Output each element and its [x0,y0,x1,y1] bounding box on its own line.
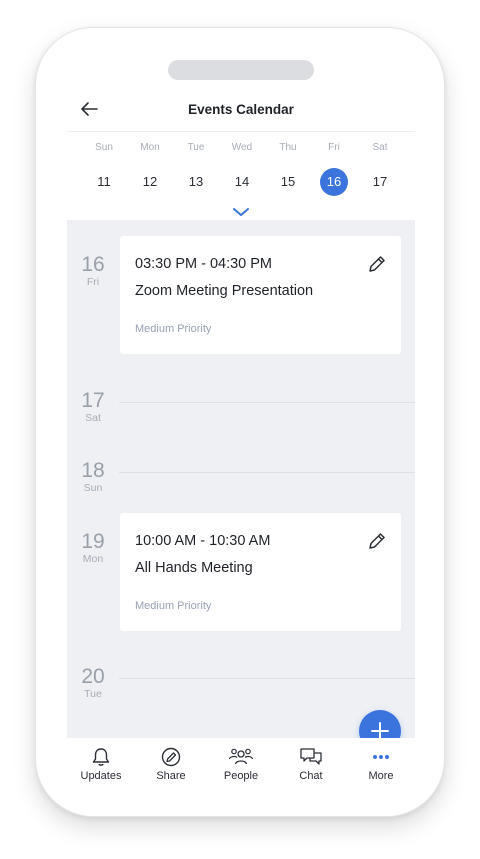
nav-updates[interactable]: Updates [70,746,132,782]
day-name: Fri [328,142,340,153]
event-title: Zoom Meeting Presentation [135,283,314,299]
date-number: 16 [81,253,105,276]
date-number: 17 [81,389,105,412]
event-priority: Medium Priority [135,600,212,612]
event-priority: Medium Priority [135,323,212,335]
nav-more[interactable]: More [350,746,412,782]
nav-people[interactable]: People [210,746,272,782]
event-title: All Hands Meeting [135,560,253,576]
top-bar: Events Calendar [67,92,415,132]
day-number: 15 [280,174,296,189]
day-name: Thu [279,142,297,153]
day-number: 14 [234,174,250,189]
day-name: Mon [140,142,160,153]
date-label-20: 20 Tue [67,665,119,701]
date-label-17: 17 Sat [67,389,119,425]
day-divider [119,402,415,403]
more-dots-icon [373,755,389,759]
day-number: 17 [372,174,388,189]
day-divider [119,472,415,473]
day-tue[interactable]: Tue 13 [176,142,216,196]
date-weekday: Sat [85,412,101,424]
edit-event-button[interactable] [365,529,389,553]
bell-icon [92,748,110,766]
day-sat[interactable]: Sat 17 [360,142,400,196]
app-screen: Events Calendar Sun 11 Mon 12 Tue 13 Wed… [67,92,415,816]
day-name: Sun [95,142,113,153]
nav-label: Chat [299,770,323,782]
nav-share[interactable]: Share [140,746,202,782]
nav-label: People [223,770,259,782]
expand-calendar-button[interactable] [230,205,252,219]
chat-icon [300,748,322,765]
bottom-navigation: Updates Share People Chat More [67,738,415,788]
nav-chat[interactable]: Chat [280,746,342,782]
day-name: Tue [187,142,205,153]
people-icon [228,748,254,765]
date-label-16: 16 Fri [67,253,119,289]
date-label-18: 18 Sun [67,459,119,495]
day-number-selected: 16 [320,168,348,196]
day-divider [119,678,415,679]
day-number: 13 [188,174,204,189]
nav-label: More [368,770,394,782]
day-name: Sat [372,142,388,153]
event-time: 10:00 AM - 10:30 AM [135,533,271,549]
phone-frame: Events Calendar Sun 11 Mon 12 Tue 13 Wed… [35,27,445,817]
date-weekday: Tue [84,688,102,700]
date-label-19: 19 Mon [67,530,119,566]
pencil-icon [369,533,385,549]
day-name: Wed [231,142,253,153]
chevron-down-icon [233,208,249,216]
date-number: 19 [81,530,105,553]
edit-circle-icon [161,747,181,767]
date-weekday: Mon [82,553,104,565]
events-timeline[interactable]: 16 Fri 03:30 PM - 04:30 PM Zoom Meeting … [67,220,415,738]
day-wed[interactable]: Wed 14 [222,142,262,196]
nav-label: Updates [80,770,122,782]
phone-notch [168,60,314,80]
edit-event-button[interactable] [365,252,389,276]
date-number: 20 [81,665,105,688]
day-number: 11 [97,174,111,189]
day-sun[interactable]: Sun 11 [84,142,124,196]
day-number: 12 [142,174,158,189]
date-weekday: Fri [86,276,100,288]
event-card[interactable]: 10:00 AM - 10:30 AM All Hands Meeting Me… [120,513,401,631]
event-time: 03:30 PM - 04:30 PM [135,256,273,272]
day-mon[interactable]: Mon 12 [130,142,170,196]
date-weekday: Sun [83,482,103,494]
week-strip: Sun 11 Mon 12 Tue 13 Wed 14 Thu 15 Fri 1… [67,142,415,232]
day-thu[interactable]: Thu 15 [268,142,308,196]
page-title: Events Calendar [188,102,294,117]
date-number: 18 [81,459,105,482]
event-card[interactable]: 03:30 PM - 04:30 PM Zoom Meeting Present… [120,236,401,354]
day-fri[interactable]: Fri 16 [314,142,354,196]
nav-label: Share [156,770,186,782]
pencil-icon [369,256,385,272]
